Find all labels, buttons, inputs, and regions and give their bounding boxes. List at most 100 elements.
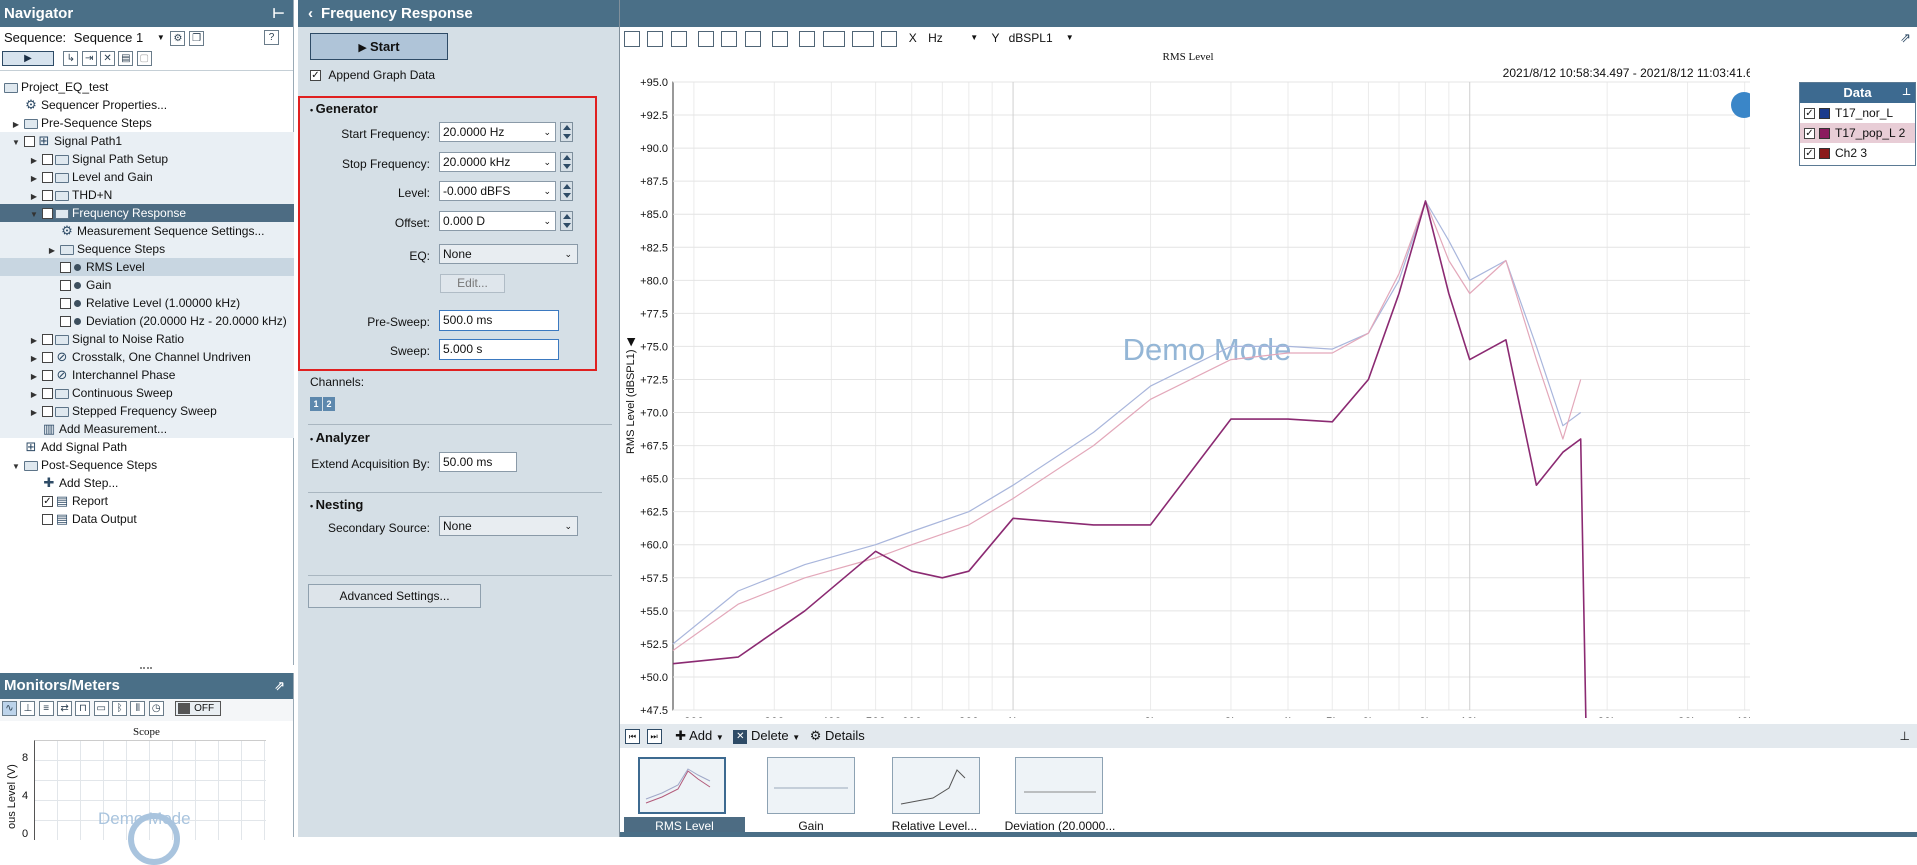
level-meter-icon[interactable]: ⊥	[20, 701, 36, 717]
tree-item[interactable]: ▤ Data Output	[0, 510, 294, 528]
off-toggle[interactable]: OFF	[175, 701, 222, 717]
tree-item[interactable]: ▥ Add Measurement...	[0, 420, 294, 438]
popout-icon[interactable]: ⇗	[274, 673, 285, 699]
tree-item[interactable]: Gain	[0, 276, 294, 294]
tree-item[interactable]: ▶ Continuous Sweep	[0, 384, 294, 402]
open-icon[interactable]	[647, 30, 664, 47]
eq-select[interactable]: None ⌄	[439, 244, 578, 264]
step-over-icon[interactable]: ⇥	[81, 51, 97, 67]
legend-checkbox[interactable]: ✓	[1804, 128, 1815, 140]
tree-checkbox[interactable]	[42, 190, 53, 202]
channel-2-button[interactable]: 2	[323, 397, 335, 411]
presweep-field[interactable]: 500.0 ms	[439, 310, 559, 331]
step-into-icon[interactable]: ↳	[63, 51, 79, 67]
x-unit-select[interactable]: Hz ▼	[928, 28, 978, 48]
tree-checkbox[interactable]	[60, 298, 71, 310]
offset-spinner[interactable]	[560, 211, 573, 231]
tree-checkbox[interactable]	[42, 352, 53, 364]
tree-checkbox[interactable]	[42, 172, 53, 184]
start-frequency-field[interactable]: 20.0000 Hz ⌄	[439, 122, 556, 142]
cursor-icon[interactable]	[772, 30, 789, 47]
slider-icon[interactable]: ▭	[93, 701, 109, 717]
table-icon[interactable]	[799, 30, 816, 47]
sweep-field[interactable]: 5.000 s	[439, 339, 559, 360]
tree-checkbox[interactable]: ✓	[42, 496, 53, 508]
tree-item[interactable]: Project_EQ_test	[0, 78, 294, 96]
tree-item[interactable]: ▶ Level and Gain	[0, 168, 294, 186]
new-icon[interactable]: ▢	[136, 51, 152, 67]
run-button[interactable]: ▶	[2, 51, 54, 67]
tree-item[interactable]: ▶ Stepped Frequency Sweep	[0, 402, 294, 420]
start-button[interactable]: ▶ Start	[310, 33, 448, 60]
add-button[interactable]: ✚ Add ▼	[675, 728, 724, 743]
splitter-handle[interactable]	[140, 667, 152, 670]
tree-item[interactable]: ▶ THD+N	[0, 186, 294, 204]
delete-icon[interactable]: ✕	[100, 51, 116, 67]
delete-button[interactable]: ✕ Delete ▼	[733, 728, 800, 744]
properties-icon[interactable]: ▤	[118, 51, 134, 67]
help-icon[interactable]: ?	[264, 30, 279, 45]
extend-field[interactable]: 50.00 ms	[439, 452, 517, 472]
legend-row[interactable]: ✓ Ch2 3	[1800, 143, 1915, 163]
pin-icon[interactable]: ⊥	[1902, 83, 1911, 103]
tree-checkbox[interactable]	[42, 406, 53, 418]
tree-checkbox[interactable]	[42, 334, 53, 346]
tree-checkbox[interactable]	[60, 280, 71, 292]
thumbnail-rms-level[interactable]	[638, 757, 726, 814]
tree-checkbox[interactable]	[60, 262, 71, 274]
gear-icon[interactable]: ⚙	[170, 31, 186, 47]
tree-checkbox[interactable]	[60, 316, 71, 328]
sequence-select[interactable]: Sequence 1 ▼	[70, 27, 165, 49]
stop-frequency-spinner[interactable]	[560, 152, 573, 172]
legend-checkbox[interactable]: ✓	[1804, 148, 1815, 160]
swap-icon[interactable]: ⇄	[57, 701, 73, 717]
settings-gear-icon[interactable]	[881, 30, 898, 47]
popout-icon[interactable]: ⇗	[1900, 30, 1911, 46]
tree-checkbox[interactable]	[24, 136, 35, 148]
first-icon[interactable]: ⏮	[625, 729, 640, 745]
fit-icon[interactable]	[744, 30, 761, 47]
tree-item[interactable]: ▶ Signal Path Setup	[0, 150, 294, 168]
add-page-icon[interactable]: ⊥	[1900, 724, 1910, 748]
function-icon[interactable]	[852, 30, 875, 47]
start-frequency-spinner[interactable]	[560, 122, 573, 142]
graph-options-icon[interactable]	[822, 30, 845, 47]
last-icon[interactable]: ⏭	[646, 729, 662, 745]
append-checkbox[interactable]: ✓	[310, 70, 321, 82]
pin-icon[interactable]: ⊢	[272, 0, 285, 27]
copy-icon[interactable]: ❐	[189, 31, 205, 47]
level-spinner[interactable]	[560, 181, 573, 201]
tree-item[interactable]: ▼ ⊞ Signal Path1	[0, 132, 294, 150]
tree-item[interactable]: ⊞ Add Signal Path	[0, 438, 294, 456]
channel-1-button[interactable]: 1	[310, 397, 322, 411]
thumbnail-relative-level[interactable]	[892, 757, 980, 814]
level-field[interactable]: -0.000 dBFS ⌄	[439, 181, 556, 201]
clock-icon[interactable]: ◷	[148, 701, 164, 717]
legend-row[interactable]: ✓ T17_pop_L 2	[1800, 123, 1915, 143]
legend-row[interactable]: ✓ T17_nor_L	[1800, 103, 1915, 123]
tree-checkbox[interactable]	[42, 388, 53, 400]
bars-icon[interactable]: ⫴	[130, 701, 146, 717]
back-chevron-icon[interactable]: ‹	[308, 5, 313, 22]
tree-item[interactable]: Deviation (20.0000 Hz - 20.0000 kHz)	[0, 312, 294, 330]
zoom-icon[interactable]	[698, 30, 715, 47]
scope-icon[interactable]: ∿	[2, 701, 17, 717]
graph-bottom-scroll[interactable]	[620, 832, 1917, 837]
tree-checkbox[interactable]	[42, 154, 53, 166]
tree-item[interactable]: ▼ Post-Sequence Steps	[0, 456, 294, 474]
bluetooth-icon[interactable]: ᛒ	[112, 701, 128, 717]
tree-checkbox[interactable]	[42, 370, 53, 382]
rms-level-chart[interactable]: +95.0 +92.5 +90.0 +87.5 +85.0 +82.5 +80.0 +77.5…	[620, 48, 1750, 718]
tree-item[interactable]: ▶ Sequence Steps	[0, 240, 294, 258]
tree-item[interactable]: RMS Level	[0, 258, 294, 276]
tree-item[interactable]: ⚙ Sequencer Properties...	[0, 96, 294, 114]
tree-item[interactable]: ▶ Pre-Sequence Steps	[0, 114, 294, 132]
tree-checkbox[interactable]	[42, 514, 53, 526]
pulse-icon[interactable]: ⊓	[75, 701, 91, 717]
tree-item[interactable]: ✓ ▤ Report	[0, 492, 294, 510]
tree-item[interactable]: Relative Level (1.00000 kHz)	[0, 294, 294, 312]
legend-checkbox[interactable]: ✓	[1804, 108, 1815, 120]
tree-item[interactable]: ▼ Frequency Response	[0, 204, 294, 222]
stop-frequency-field[interactable]: 20.0000 kHz ⌄	[439, 152, 556, 172]
print-icon[interactable]	[670, 30, 687, 47]
